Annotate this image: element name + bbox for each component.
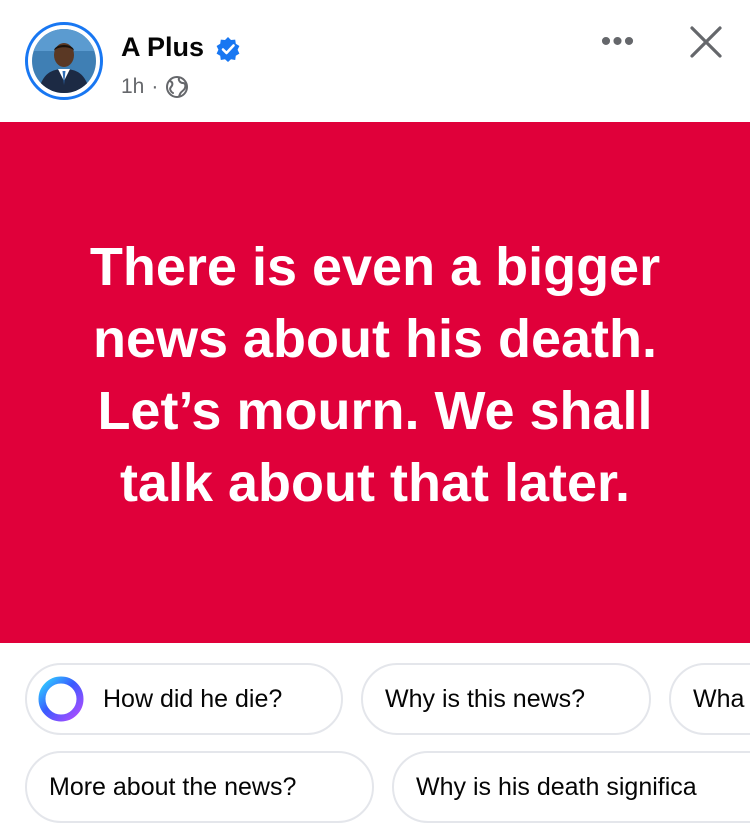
post-meta: 1h ·: [121, 74, 189, 100]
post-text: There is even a bigger news about his de…: [89, 236, 661, 513]
avatar[interactable]: [25, 22, 103, 100]
suggestion-chip-why-is-his-death-significant[interactable]: Why is his death significa: [392, 751, 750, 823]
suggestion-chip-more-about-the-news[interactable]: More about the news?: [25, 751, 374, 823]
globe-icon[interactable]: [165, 75, 189, 99]
suggestion-chip-label: How did he die?: [103, 684, 283, 713]
suggestion-chip-label: Why is his death significa: [416, 772, 697, 801]
verified-badge-icon: [216, 37, 240, 62]
suggestion-chips-row: How did he die? Why is this news? Wha: [0, 663, 750, 735]
meta-separator: ·: [151, 75, 159, 98]
suggestion-chip-why-is-this-news[interactable]: Why is this news?: [361, 663, 651, 735]
suggestion-chip-label: More about the news?: [49, 772, 297, 801]
suggestion-chip-how-did-he-die[interactable]: How did he die?: [25, 663, 343, 735]
close-icon[interactable]: [686, 22, 726, 62]
post-header: A Plus 1h · •••: [0, 0, 750, 122]
suggestion-chips-row: More about the news? Why is his death si…: [0, 751, 750, 823]
post-viewer: A Plus 1h · ••• There is even a bigger n…: [0, 0, 750, 825]
suggestion-chip-label: Why is this news?: [385, 684, 586, 713]
more-options-button[interactable]: •••: [598, 25, 638, 58]
suggestion-chip-truncated[interactable]: Wha: [669, 663, 750, 735]
meta-ai-icon: [38, 676, 84, 722]
post-banner: There is even a bigger news about his de…: [0, 122, 750, 643]
post-timestamp[interactable]: 1h: [121, 75, 144, 99]
suggestion-chip-label: Wha: [693, 684, 745, 713]
author-name[interactable]: A Plus: [121, 32, 204, 63]
avatar-photo: [32, 29, 96, 93]
